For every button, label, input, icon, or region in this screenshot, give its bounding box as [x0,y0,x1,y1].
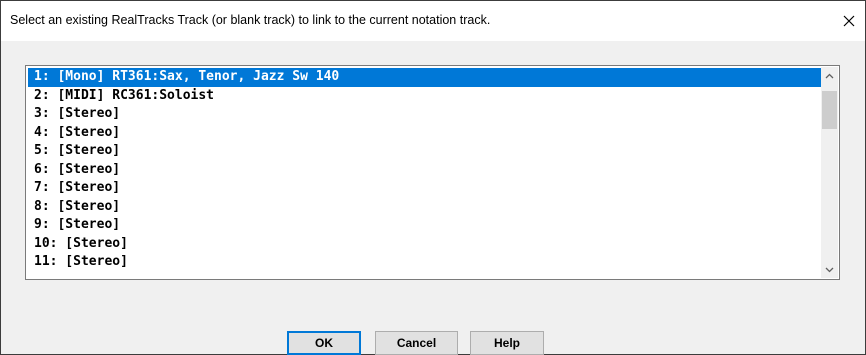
list-item[interactable]: 8: [Stereo] [28,198,821,217]
list-item[interactable]: 2: [MIDI] RC361:Soloist [28,87,821,106]
list-item[interactable]: 6: [Stereo] [28,161,821,180]
close-button[interactable] [837,9,861,33]
chevron-up-icon [825,73,834,78]
scroll-up-button[interactable] [821,67,838,84]
list-item[interactable]: 7: [Stereo] [28,179,821,198]
ok-button[interactable]: OK [287,331,361,355]
list-item[interactable]: 9: [Stereo] [28,216,821,235]
close-icon [843,15,855,27]
cancel-button[interactable]: Cancel [375,331,458,355]
help-button[interactable]: Help [470,331,544,355]
list-item[interactable]: 10: [Stereo] [28,235,821,254]
list-item[interactable]: 4: [Stereo] [28,124,821,143]
scroll-down-button[interactable] [821,261,838,278]
track-list-items: 1: [Mono] RT361:Sax, Tenor, Jazz Sw 140 … [28,68,821,277]
chevron-down-icon [825,267,834,272]
list-item[interactable]: 3: [Stereo] [28,105,821,124]
scroll-thumb[interactable] [822,91,837,129]
list-item[interactable]: 5: [Stereo] [28,142,821,161]
list-item[interactable]: 1: [Mono] RT361:Sax, Tenor, Jazz Sw 140 [28,68,821,87]
track-listbox[interactable]: 1: [Mono] RT361:Sax, Tenor, Jazz Sw 140 … [25,65,840,280]
list-item[interactable]: 11: [Stereo] [28,253,821,272]
dialog-title: Select an existing RealTracks Track (or … [10,13,491,27]
link-track-dialog: Select an existing RealTracks Track (or … [0,0,866,355]
vertical-scrollbar[interactable] [821,67,838,278]
title-bar: Select an existing RealTracks Track (or … [1,1,865,41]
